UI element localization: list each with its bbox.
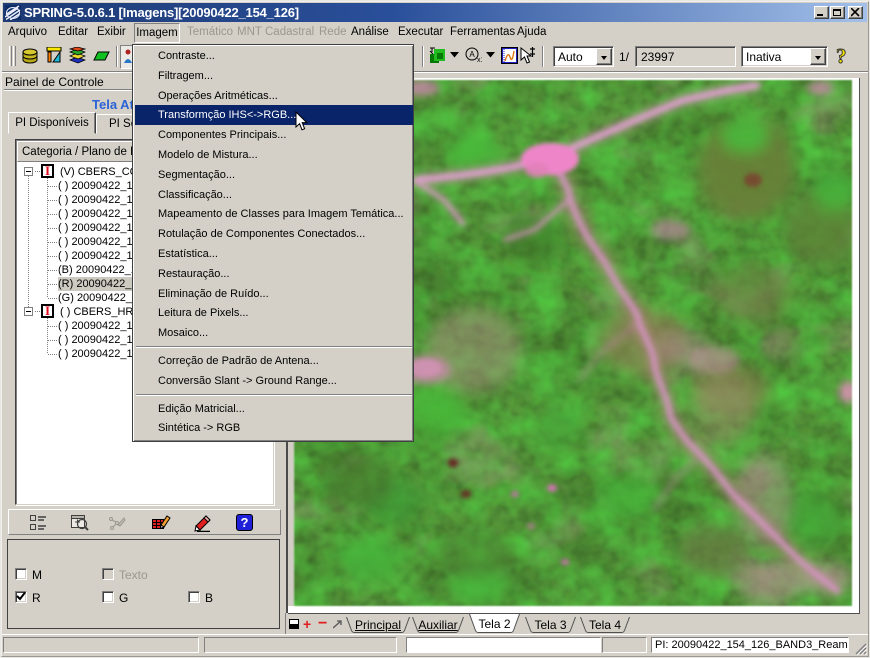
svg-text:?: ? [836,46,847,67]
svg-text:A: A [469,50,475,59]
svg-text:x1: x1 [477,57,482,64]
